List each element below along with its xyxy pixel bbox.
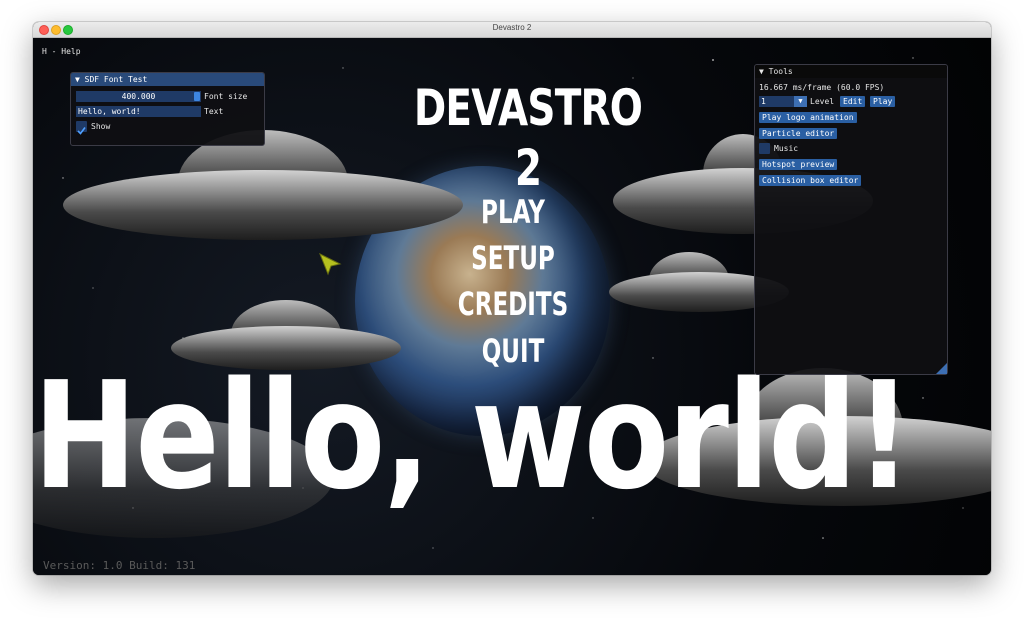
music-label: Music [774, 144, 799, 153]
tools-window-titlebar[interactable]: ▼ Tools [755, 65, 947, 78]
menu-play[interactable]: PLAY [441, 192, 585, 232]
particle-editor-button[interactable]: Particle editor [759, 128, 838, 139]
sdf-text-content: Hello, world! [33, 350, 912, 522]
app-window: Devastro 2 DEVASTRO 2 PLAY SETUP CREDITS… [33, 22, 991, 575]
font-size-slider[interactable]: 400.000 [76, 91, 201, 102]
menu-credits[interactable]: CREDITS [441, 284, 585, 324]
show-checkbox[interactable] [76, 121, 87, 135]
text-input-value: Hello, world! [78, 107, 141, 116]
show-label: Show [91, 122, 111, 131]
game-title-logo: DEVASTRO 2 [413, 79, 643, 197]
level-edit-button[interactable]: Edit [840, 96, 866, 107]
text-label: Text [204, 107, 224, 116]
checkmark-icon [77, 127, 86, 135]
sdf-font-test-window[interactable]: ▼ SDF Font Test 400.000 Font size Hello,… [70, 72, 265, 146]
level-label: Level [810, 97, 835, 106]
sdf-window-title: SDF Font Test [84, 75, 148, 84]
help-hint: H - Help [42, 47, 81, 56]
window-title: Devastro 2 [492, 23, 532, 32]
collision-box-editor-button[interactable]: Collision box editor [759, 175, 862, 186]
level-combo-value: 1 [761, 97, 766, 106]
fps-readout: 16.667 ms/frame (60.0 FPS) [759, 83, 885, 92]
game-viewport[interactable]: DEVASTRO 2 PLAY SETUP CREDITS QUIT Hello… [33, 38, 991, 575]
hotspot-preview-button[interactable]: Hotspot preview [759, 159, 838, 170]
tools-window-title: Tools [768, 67, 793, 76]
music-checkbox[interactable] [759, 143, 770, 154]
sdf-text-render: Hello, world! [33, 356, 912, 516]
sdf-window-titlebar[interactable]: ▼ SDF Font Test [71, 73, 264, 86]
mouse-cursor-icon [319, 252, 342, 276]
menu-setup[interactable]: SETUP [441, 238, 585, 278]
font-size-label: Font size [204, 92, 248, 101]
level-play-button[interactable]: Play [870, 96, 896, 107]
text-input[interactable]: Hello, world! [76, 106, 201, 117]
tools-window[interactable]: ▼ Tools 16.667 ms/frame (60.0 FPS) 1 ▼ L… [754, 64, 948, 375]
play-logo-animation-button[interactable]: Play logo animation [759, 112, 857, 123]
font-size-value: 400.000 [121, 92, 156, 101]
combo-dropdown-arrow-icon[interactable]: ▼ [794, 96, 807, 107]
collapse-arrow-icon[interactable]: ▼ [75, 75, 80, 84]
font-size-slider-grab[interactable] [194, 92, 200, 101]
ufo-left-large [63, 130, 463, 260]
version-label: Version: 1.0 Build: 131 [43, 559, 196, 572]
resize-grip-icon[interactable] [936, 363, 947, 374]
collapse-arrow-icon[interactable]: ▼ [759, 67, 764, 76]
title-bar: Devastro 2 [33, 22, 991, 38]
